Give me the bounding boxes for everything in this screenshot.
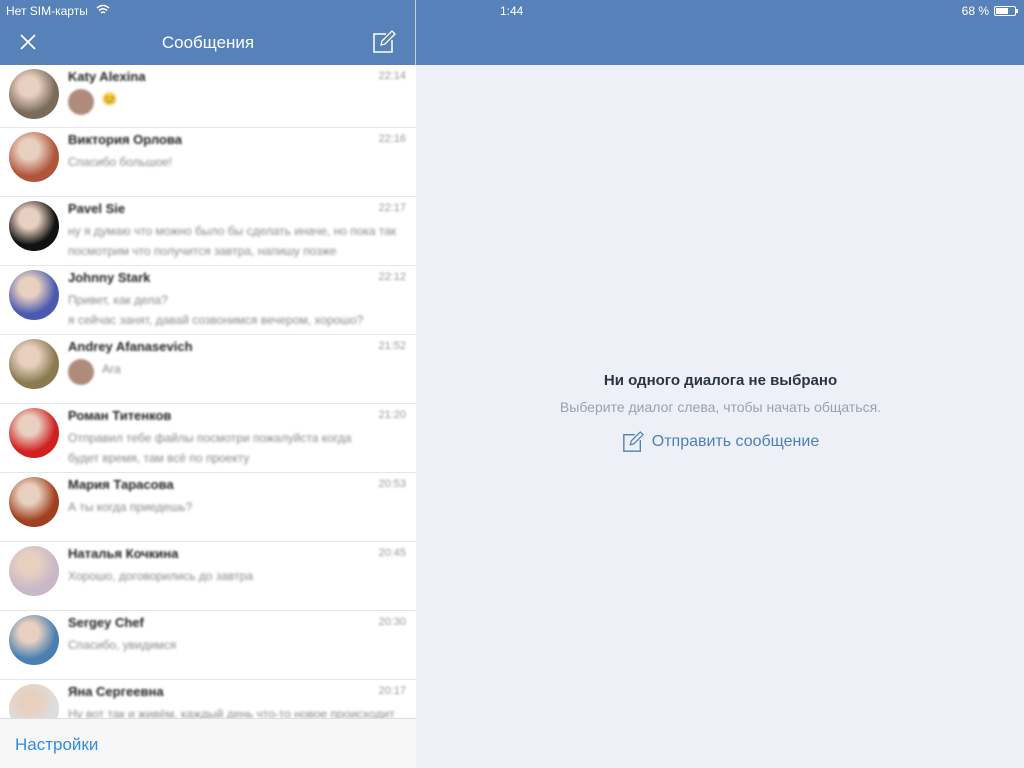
dialog-time: 22:12: [378, 271, 406, 283]
dialog-time: 22:17: [378, 202, 406, 214]
dialog-time: 20:45: [378, 547, 406, 559]
dialog-row[interactable]: Pavel Sie 22:17 ну я думаю что можно было…: [0, 197, 416, 266]
empty-state: Ни одного диалога не выбрано Выберите ди…: [417, 372, 1024, 458]
dialog-message: я сейчас занят, давай созвонимся вечером…: [68, 313, 364, 327]
battery-percent: 68 %: [961, 4, 989, 18]
dialog-time: 21:20: [378, 409, 406, 421]
sender-avatar: [68, 89, 94, 115]
avatar: [9, 408, 59, 458]
avatar: [9, 201, 59, 251]
dialog-name: Наталья Кочкина: [68, 546, 179, 561]
dialog-name: Andrey Afanasevich: [68, 339, 193, 354]
avatar: [9, 270, 59, 320]
dialog-name: Katy Alexina: [68, 69, 146, 84]
avatar: [9, 339, 59, 389]
avatar: [9, 546, 59, 596]
dialog-row[interactable]: Sergey Chef 20:30 Спасибо, увидимся: [0, 611, 416, 680]
dialog-message: будет время, там всё по проекту: [68, 451, 250, 465]
dialog-time: 20:30: [378, 616, 406, 628]
dialog-name: Johnny Stark: [68, 270, 151, 285]
dialog-name: Роман Титенков: [68, 408, 172, 423]
dialog-time: 22:14: [378, 70, 406, 82]
dialog-message: Спасибо большое!: [68, 155, 173, 169]
dialog-message: А ты когда приедешь?: [68, 500, 193, 514]
dialog-list[interactable]: Katy Alexina 22:14 😊 Виктория Орлова 22:1…: [0, 65, 416, 768]
dialog-message: ну я думаю что можно было бы сделать ина…: [68, 224, 397, 238]
dialog-time: 21:52: [378, 340, 406, 352]
dialog-row[interactable]: Наталья Кочкина 20:45 Хорошо, договорилис…: [0, 542, 416, 611]
footer-bar: Настройки: [0, 718, 416, 768]
avatar: [9, 69, 59, 119]
send-message-label: Отправить сообщение: [651, 433, 820, 450]
compose-icon[interactable]: [372, 30, 396, 54]
sender-avatar: [68, 359, 94, 385]
dialog-message: Спасибо, увидимся: [68, 638, 177, 652]
dialog-name: Мария Тарасова: [68, 477, 174, 492]
dialog-row[interactable]: Andrey Afanasevich 21:52 Ага: [0, 335, 416, 404]
dialog-row[interactable]: Johnny Stark 22:12 Привет, как дела? я сей…: [0, 266, 416, 335]
clock: 1:44: [500, 4, 524, 18]
dialog-time: 20:17: [378, 685, 406, 697]
dialog-message: Отправил тебе файлы посмотри пожалуйста …: [68, 431, 352, 445]
dialog-name: Pavel Sie: [68, 201, 126, 216]
dialog-name: Sergey Chef: [68, 615, 144, 630]
dialog-time: 22:16: [378, 133, 406, 145]
dialog-row[interactable]: Katy Alexina 22:14 😊: [0, 65, 416, 128]
dialog-message: посмотрим что получится завтра, напишу п…: [68, 244, 337, 258]
avatar: [9, 615, 59, 665]
settings-button[interactable]: Настройки: [15, 735, 98, 755]
dialog-message: Ага: [102, 362, 121, 376]
dialog-message: Хорошо, договорились до завтра: [68, 569, 254, 583]
dialog-message: Привет, как дела?: [68, 293, 168, 307]
send-message-button[interactable]: Отправить сообщение: [622, 431, 819, 453]
dialog-row[interactable]: Роман Титенков 21:20 Отправил тебе файлы …: [0, 404, 416, 473]
dialog-name: Виктория Орлова: [68, 132, 182, 147]
dialog-name: Яна Сергеевна: [68, 684, 164, 699]
dialogs-pane: Сообщения Katy Alexina 22:14 😊 Виктория О…: [0, 0, 416, 768]
avatar: [9, 477, 59, 527]
dialog-time: 20:53: [378, 478, 406, 490]
avatar: [9, 132, 59, 182]
battery-icon: [994, 6, 1018, 16]
compose-icon: [622, 431, 644, 452]
dialog-row[interactable]: Мария Тарасова 20:53 А ты когда приедешь?: [0, 473, 416, 542]
empty-subtitle: Выберите диалог слева, чтобы начать обща…: [559, 399, 882, 415]
empty-title: Ни одного диалога не выбрано: [603, 372, 838, 389]
dialog-row[interactable]: Виктория Орлова 22:16 Спасибо большое!: [0, 128, 416, 197]
dialog-message: 😊: [102, 92, 117, 106]
page-title: Сообщения: [161, 33, 255, 52]
